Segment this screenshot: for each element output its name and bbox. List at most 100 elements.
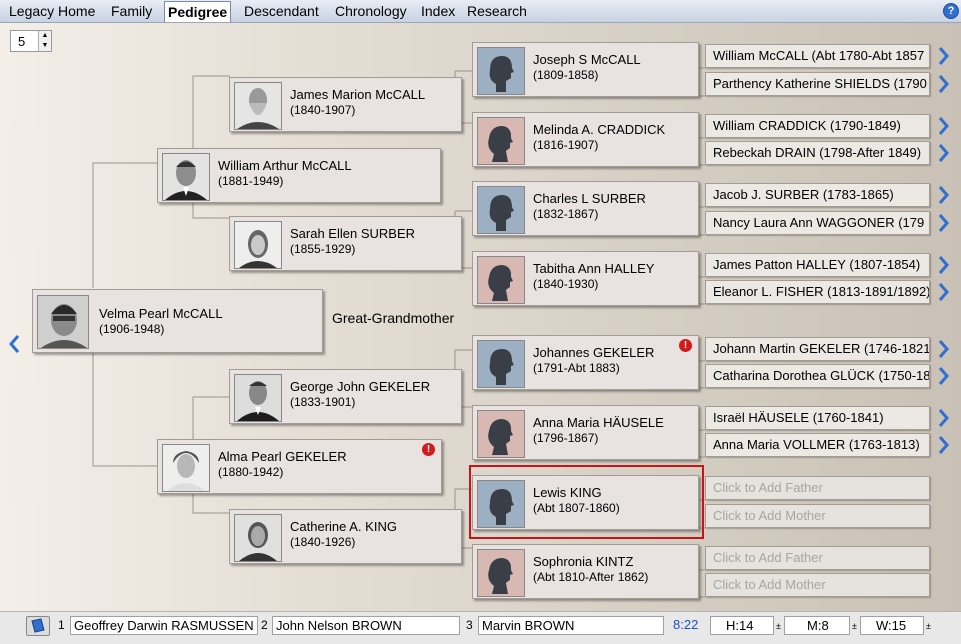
person-card-root[interactable]: Velma Pearl McCALL (1906-1948) <box>32 289 323 353</box>
bookmark-3[interactable]: Marvin BROWN <box>478 616 664 635</box>
person-card-gen4-4[interactable]: Tabitha Ann HALLEY (1840-1930) <box>472 251 699 306</box>
bookmark-2[interactable]: John Nelson BROWN <box>272 616 460 635</box>
add-mother-button[interactable]: Click to Add Mother <box>705 504 930 528</box>
person-photo <box>162 444 210 492</box>
person-dates: (1809-1858) <box>533 68 599 82</box>
forward-arrow-icon[interactable] <box>937 74 951 94</box>
bookmark-number: 1 <box>58 618 65 632</box>
tab-legacy-home[interactable]: Legacy Home <box>9 2 95 20</box>
minute-field[interactable]: M:8 <box>784 616 850 635</box>
selection-highlight <box>469 465 704 539</box>
generations-value: 5 <box>18 34 26 49</box>
person-card-gen4-5[interactable]: Johannes GEKELER (1791-Abt 1883) ! <box>472 335 699 390</box>
add-father-button[interactable]: Click to Add Father <box>705 476 930 500</box>
person-card-gen4-1[interactable]: Joseph S McCALL (1809-1858) <box>472 42 699 97</box>
male-silhouette-icon <box>477 186 525 234</box>
person-photo <box>234 221 282 269</box>
female-silhouette-icon <box>477 117 525 165</box>
person-dates: (1840-1930) <box>533 277 599 291</box>
width-field[interactable]: W:15 <box>860 616 924 635</box>
ancestor-box[interactable]: Eleanor L. FISHER (1813-1891/1892) <box>705 280 930 304</box>
person-card-paternal-grandfather[interactable]: James Marion McCALL (1840-1907) <box>229 77 462 132</box>
person-card-gen4-8[interactable]: Sophronia KINTZ (Abt 1810-After 1862) <box>472 544 699 599</box>
person-card-gen4-3[interactable]: Charles L SURBER (1832-1867) <box>472 181 699 236</box>
forward-arrow-icon[interactable] <box>937 255 951 275</box>
person-dates: (Abt 1810-After 1862) <box>533 570 649 584</box>
bookmark-button[interactable] <box>26 616 50 636</box>
forward-arrow-icon[interactable] <box>937 116 951 136</box>
ancestor-box[interactable]: James Patton HALLEY (1807-1854) <box>705 253 930 277</box>
help-icon[interactable]: ? <box>943 3 959 19</box>
person-dates: (1796-1867) <box>533 431 599 445</box>
forward-arrow-icon[interactable] <box>937 185 951 205</box>
person-name: Joseph S McCALL <box>533 52 641 67</box>
person-card-maternal-grandmother[interactable]: Catherine A. KING (1840-1926) <box>229 509 462 564</box>
forward-arrow-icon[interactable] <box>937 435 951 455</box>
person-photo <box>234 82 282 130</box>
relation-label: Great-Grandmother <box>332 310 455 326</box>
tab-research[interactable]: Research <box>467 2 527 20</box>
person-dates: (1840-1907) <box>290 103 356 117</box>
ancestor-box[interactable]: Israël HÄUSELE (1760-1841) <box>705 406 930 430</box>
male-silhouette-icon <box>477 47 525 95</box>
person-photo <box>37 295 89 349</box>
forward-arrow-icon[interactable] <box>937 143 951 163</box>
person-name: Velma Pearl McCALL <box>99 306 223 321</box>
tab-index[interactable]: Index <box>421 2 455 20</box>
person-name: Catherine A. KING <box>290 519 397 534</box>
status-bar: 1 Geoffrey Darwin RASMUSSEN 2 John Nelso… <box>0 611 961 644</box>
generations-stepper[interactable]: 5 ▲ ▼ <box>10 30 52 52</box>
person-name: Sophronia KINTZ <box>533 554 634 569</box>
book-icon <box>31 618 45 633</box>
add-mother-button[interactable]: Click to Add Mother <box>705 573 930 597</box>
tab-descendant[interactable]: Descendant <box>244 2 319 20</box>
person-card-paternal-grandmother[interactable]: Sarah Ellen SURBER (1855-1929) <box>229 216 462 271</box>
person-dates: (1832-1867) <box>533 207 599 221</box>
female-silhouette-icon <box>477 256 525 304</box>
add-father-button[interactable]: Click to Add Father <box>705 546 930 570</box>
ancestor-box[interactable]: Johann Martin GEKELER (1746-1821 <box>705 337 930 361</box>
ancestor-box[interactable]: William CRADDICK (1790-1849) <box>705 114 930 138</box>
person-card-maternal-grandfather[interactable]: George John GEKELER (1833-1901) <box>229 369 462 424</box>
ancestor-box[interactable]: Catharina Dorothea GLÜCK (1750-18 <box>705 364 930 388</box>
forward-arrow-icon[interactable] <box>937 213 951 233</box>
ancestor-box[interactable]: Parthency Katherine SHIELDS (1790 <box>705 72 930 96</box>
forward-arrow-icon[interactable] <box>937 366 951 386</box>
stepper-up-icon[interactable]: ▲ <box>38 31 51 41</box>
person-dates: (1840-1926) <box>290 535 356 549</box>
bookmark-number: 2 <box>261 618 268 632</box>
hour-stepper-icon[interactable]: ± <box>776 621 781 631</box>
forward-arrow-icon[interactable] <box>937 282 951 302</box>
ancestor-box[interactable]: Nancy Laura Ann WAGGONER (179 <box>705 211 930 235</box>
person-photo <box>162 153 210 201</box>
minute-stepper-icon[interactable]: ± <box>852 621 857 631</box>
tab-pedigree[interactable]: Pedigree <box>164 1 232 22</box>
bookmark-1[interactable]: Geoffrey Darwin RASMUSSEN <box>70 616 258 635</box>
forward-arrow-icon[interactable] <box>937 339 951 359</box>
person-name: William Arthur McCALL <box>218 158 352 173</box>
back-arrow-icon[interactable] <box>6 333 22 355</box>
person-name: Tabitha Ann HALLEY <box>533 261 655 276</box>
person-card-gen4-2[interactable]: Melinda A. CRADDICK (1816-1907) <box>472 112 699 167</box>
person-card-father[interactable]: William Arthur McCALL (1881-1949) <box>157 148 441 203</box>
ancestor-box[interactable]: Anna Maria VOLLMER (1763-1813) <box>705 433 930 457</box>
tab-family[interactable]: Family <box>111 2 152 20</box>
ancestor-box[interactable]: Jacob J. SURBER (1783-1865) <box>705 183 930 207</box>
person-card-mother[interactable]: Alma Pearl GEKELER (1880-1942) ! <box>157 439 442 494</box>
warning-icon[interactable]: ! <box>679 339 692 352</box>
female-silhouette-icon <box>477 410 525 458</box>
person-name: Sarah Ellen SURBER <box>290 226 415 241</box>
forward-arrow-icon[interactable] <box>937 46 951 66</box>
ancestor-box[interactable]: William McCALL (Abt 1780-Abt 1857 <box>705 44 930 68</box>
width-stepper-icon[interactable]: ± <box>926 621 931 631</box>
hour-field[interactable]: H:14 <box>710 616 774 635</box>
tab-chronology[interactable]: Chronology <box>335 2 407 20</box>
person-card-gen4-6[interactable]: Anna Maria HÄUSELE (1796-1867) <box>472 405 699 460</box>
person-name: Anna Maria HÄUSELE <box>533 415 664 430</box>
forward-arrow-icon[interactable] <box>937 408 951 428</box>
stepper-down-icon[interactable]: ▼ <box>38 41 51 51</box>
warning-icon[interactable]: ! <box>422 443 435 456</box>
ancestor-box[interactable]: Rebeckah DRAIN (1798-After 1849) <box>705 141 930 165</box>
person-name: Alma Pearl GEKELER <box>218 449 347 464</box>
person-dates: (1816-1907) <box>533 138 599 152</box>
